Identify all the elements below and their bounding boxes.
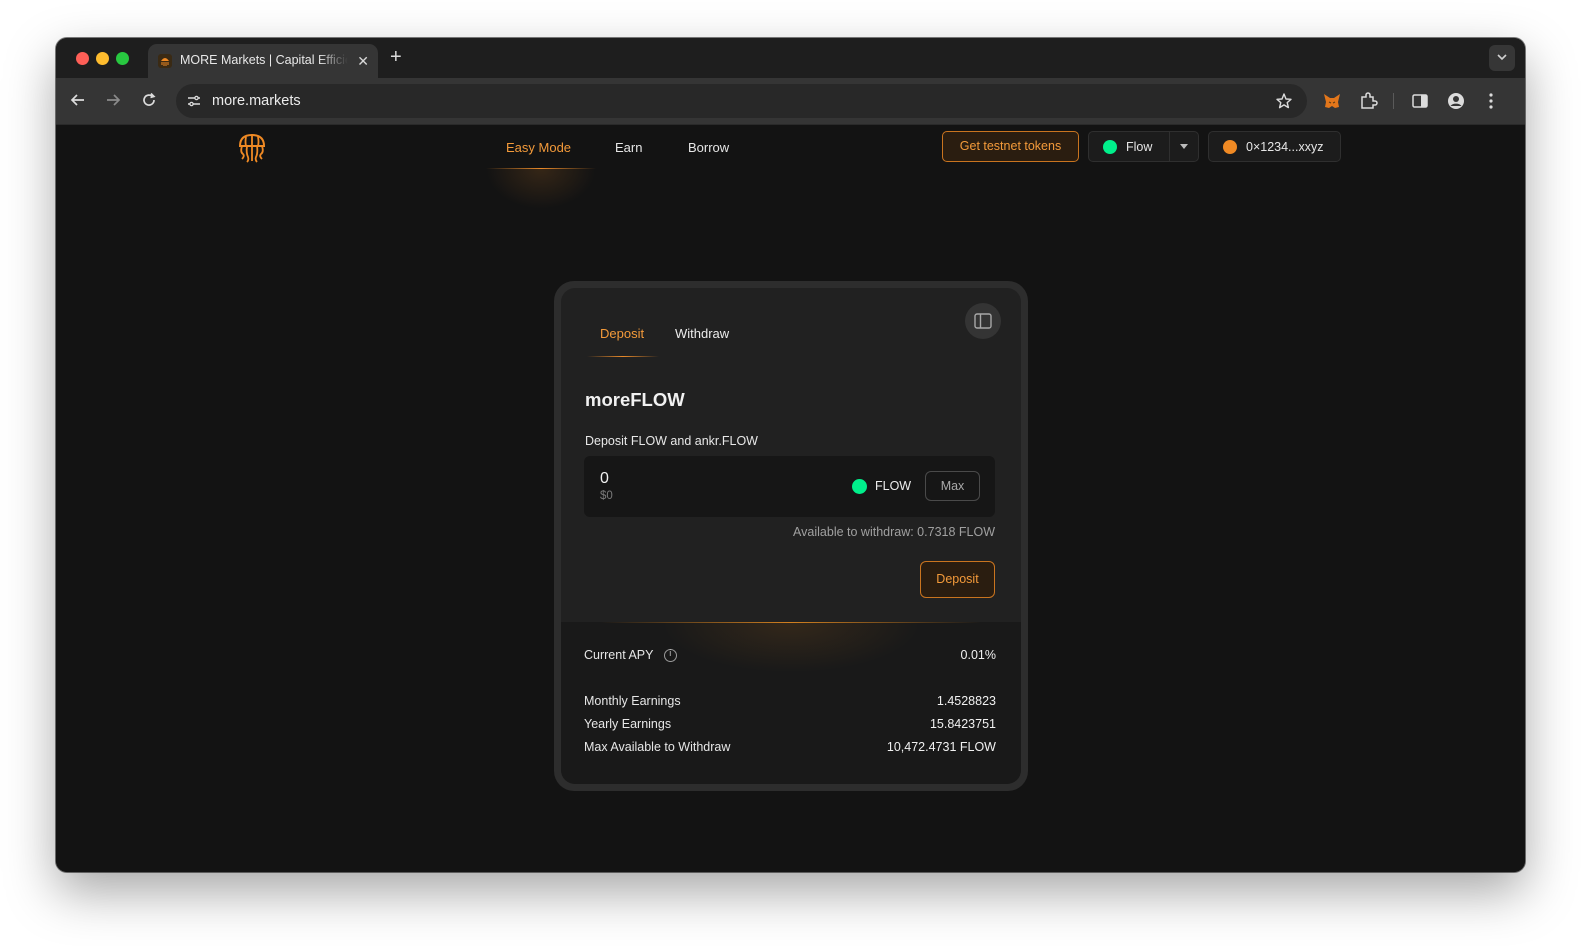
side-panel-icon[interactable] <box>1411 92 1429 110</box>
network-selector[interactable]: Flow <box>1088 131 1199 162</box>
flow-token-icon <box>852 479 867 494</box>
tab-title: MORE Markets | Capital Efficient <box>180 53 348 67</box>
tab-close-icon[interactable]: ✕ <box>357 53 369 69</box>
more-jellyfish-logo[interactable] <box>236 132 268 164</box>
deposit-description: Deposit FLOW and ankr.FLOW <box>585 434 758 448</box>
browser-toolbar: more.markets <box>56 78 1525 125</box>
back-icon[interactable] <box>70 92 86 108</box>
toggle-panel-button[interactable] <box>965 303 1001 339</box>
maximize-window-button[interactable] <box>116 52 129 65</box>
tab-strip: MORE Markets | Capital Efficient ✕ + <box>56 38 1525 78</box>
wallet-button[interactable]: 0×1234...xxyz <box>1208 131 1341 162</box>
tab-deposit[interactable]: Deposit <box>600 326 644 341</box>
page-content: Easy Mode Earn Borrow Get testnet tokens… <box>56 126 1525 872</box>
max-withdraw-label: Max Available to Withdraw <box>584 740 731 754</box>
amount-input[interactable]: 0 <box>600 470 609 488</box>
reload-icon[interactable] <box>141 92 157 108</box>
tab-search-button[interactable] <box>1489 45 1515 71</box>
browser-tab[interactable]: MORE Markets | Capital Efficient ✕ <box>148 44 378 78</box>
toolbar-divider <box>1393 93 1394 109</box>
wallet-address: 0×1234...xxyz <box>1246 140 1324 154</box>
stats-glow <box>661 623 921 673</box>
max-button[interactable]: Max <box>925 471 980 501</box>
nav-easy-mode[interactable]: Easy Mode <box>506 140 571 155</box>
url-text: more.markets <box>212 93 301 109</box>
profile-icon[interactable] <box>1447 92 1465 110</box>
address-bar[interactable]: more.markets <box>176 84 1307 118</box>
yearly-earnings-label: Yearly Earnings <box>584 717 672 731</box>
nav-active-glow <box>486 169 596 209</box>
caret-down-icon[interactable] <box>1180 144 1188 149</box>
nav-earn[interactable]: Earn <box>615 140 642 155</box>
site-info-icon[interactable] <box>186 93 202 109</box>
chevron-down-icon <box>1497 54 1507 61</box>
new-tab-button[interactable]: + <box>390 46 402 68</box>
amount-input-box[interactable]: 0 $0 FLOW Max <box>584 456 995 517</box>
yearly-earnings-value: 15.8423751 <box>929 717 996 731</box>
stats-panel: Current APY 0.01% Monthly Earnings 1.452… <box>561 622 1021 784</box>
more-favicon-icon <box>158 54 172 68</box>
tab-withdraw[interactable]: Withdraw <box>675 326 729 341</box>
asset-title: moreFLOW <box>585 389 685 410</box>
extensions-puzzle-icon[interactable] <box>1358 91 1378 111</box>
max-withdraw-value: 10,472.4731 FLOW <box>886 740 996 754</box>
deposit-card: Deposit Withdraw moreFLOW Deposit FLOW a… <box>561 288 1021 784</box>
bookmark-star-icon[interactable] <box>1275 92 1293 110</box>
browser-window: MORE Markets | Capital Efficient ✕ + mor… <box>56 38 1525 872</box>
forward-icon[interactable] <box>105 92 121 108</box>
apy-label: Current APY <box>584 648 654 662</box>
monthly-earnings-label: Monthly Earnings <box>584 694 681 708</box>
nav-borrow[interactable]: Borrow <box>688 140 729 155</box>
token-label: FLOW <box>875 479 912 493</box>
network-selector-divider <box>1169 132 1170 161</box>
sidebar-panel-icon <box>974 313 992 329</box>
more-menu-icon[interactable] <box>1488 92 1494 110</box>
wallet-avatar-icon <box>1223 140 1237 154</box>
metamask-extension-icon[interactable] <box>1322 91 1342 111</box>
available-to-withdraw: Available to withdraw: 0.7318 FLOW <box>793 525 995 539</box>
tab-active-underline <box>587 356 659 357</box>
flow-network-icon <box>1103 140 1117 154</box>
info-icon[interactable] <box>664 649 677 662</box>
close-window-button[interactable] <box>76 52 89 65</box>
apy-value: 0.01% <box>960 648 996 662</box>
deposit-submit-button[interactable]: Deposit <box>920 561 995 598</box>
get-testnet-tokens-button[interactable]: Get testnet tokens <box>942 131 1079 162</box>
amount-usd-value: $0 <box>600 490 613 502</box>
network-label: Flow <box>1126 140 1153 154</box>
deposit-card-frame: Deposit Withdraw moreFLOW Deposit FLOW a… <box>554 281 1028 791</box>
monthly-earnings-value: 1.4528823 <box>936 694 996 708</box>
minimize-window-button[interactable] <box>96 52 109 65</box>
